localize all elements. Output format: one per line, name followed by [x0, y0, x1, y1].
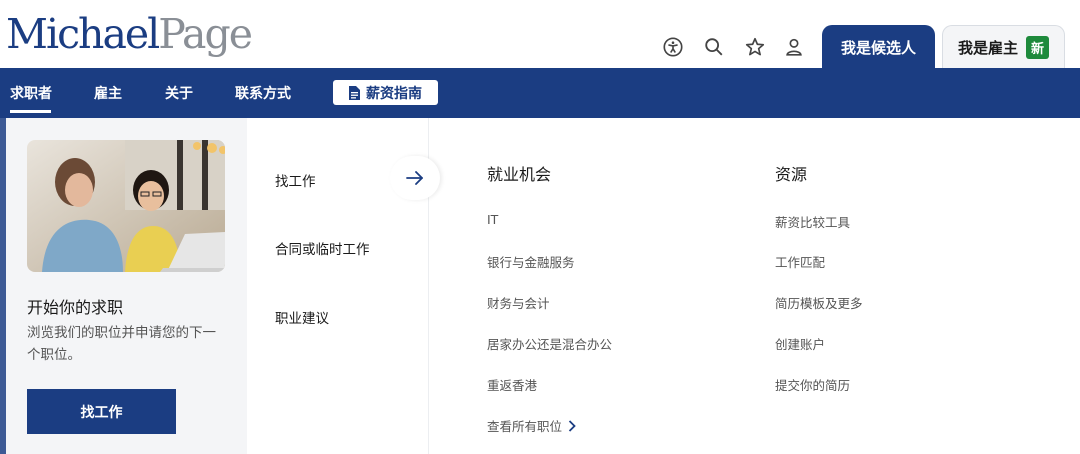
document-icon	[349, 85, 360, 100]
salary-guide-button[interactable]: 薪资指南	[333, 80, 438, 105]
resources-link-job-match[interactable]: 工作匹配	[775, 252, 825, 271]
jobs-link-finance[interactable]: 财务与会计	[487, 293, 550, 312]
resources-link-cv-templates[interactable]: 简历模板及更多	[775, 293, 863, 312]
nav-item-about[interactable]: 关于	[165, 83, 193, 103]
main-nav: 求职者 雇主 关于 联系方式 薪资指南	[0, 68, 1080, 118]
resources-link-submit-cv[interactable]: 提交你的简历	[775, 375, 850, 394]
hero-image	[27, 140, 225, 272]
menu-category-career-advice[interactable]: 职业建议	[275, 307, 329, 327]
promo-description: 浏览我们的职位并申请您的下一个职位。	[27, 325, 216, 363]
nav-item-jobseekers[interactable]: 求职者	[10, 83, 52, 103]
find-job-button[interactable]: 找工作	[27, 389, 176, 434]
resources-link-salary-tool[interactable]: 薪资比较工具	[775, 212, 850, 231]
jobs-column-title: 就业机会	[487, 165, 552, 184]
search-icon[interactable]	[703, 36, 725, 58]
see-all-jobs-link[interactable]: 查看所有职位	[487, 416, 576, 435]
menu-category-panel: 找工作 合同或临时工作 职业建议	[247, 118, 440, 454]
arrow-right-icon[interactable]	[390, 156, 440, 200]
accessibility-icon[interactable]	[662, 36, 684, 58]
mega-menu: 开始你的求职 浏览我们的职位并申请您的下一个职位。 找工作 找工作 合同或临时工…	[6, 118, 1080, 454]
user-icon[interactable]	[783, 36, 805, 58]
star-icon[interactable]	[744, 36, 766, 58]
chevron-right-icon	[568, 419, 576, 432]
jobs-link-banking[interactable]: 银行与金融服务	[487, 252, 575, 271]
nav-active-indicator	[10, 110, 51, 113]
nav-item-contact[interactable]: 联系方式	[235, 83, 291, 103]
new-badge: 新	[1026, 36, 1050, 59]
resources-column-title: 资源	[775, 165, 808, 184]
menu-category-contract[interactable]: 合同或临时工作	[275, 238, 370, 258]
menu-category-find-job[interactable]: 找工作	[275, 170, 316, 190]
promo-title: 开始你的求职	[27, 298, 124, 317]
tab-employer[interactable]: 我是雇主 新	[942, 25, 1065, 69]
resources-link-create-account[interactable]: 创建账户	[775, 334, 825, 353]
tab-candidate[interactable]: 我是候选人	[822, 25, 935, 69]
menu-promo-panel: 开始你的求职 浏览我们的职位并申请您的下一个职位。 找工作	[6, 118, 247, 454]
jobs-link-return-hk[interactable]: 重返香港	[487, 375, 537, 394]
michael-page-logo[interactable]: MichaelPage	[6, 14, 253, 55]
jobs-link-remote[interactable]: 居家办公还是混合办公	[487, 334, 612, 353]
top-header: MichaelPage 我是候选人 我是雇主 新	[0, 0, 1080, 69]
jobs-link-it[interactable]: IT	[487, 212, 498, 227]
nav-item-employers[interactable]: 雇主	[94, 83, 122, 103]
